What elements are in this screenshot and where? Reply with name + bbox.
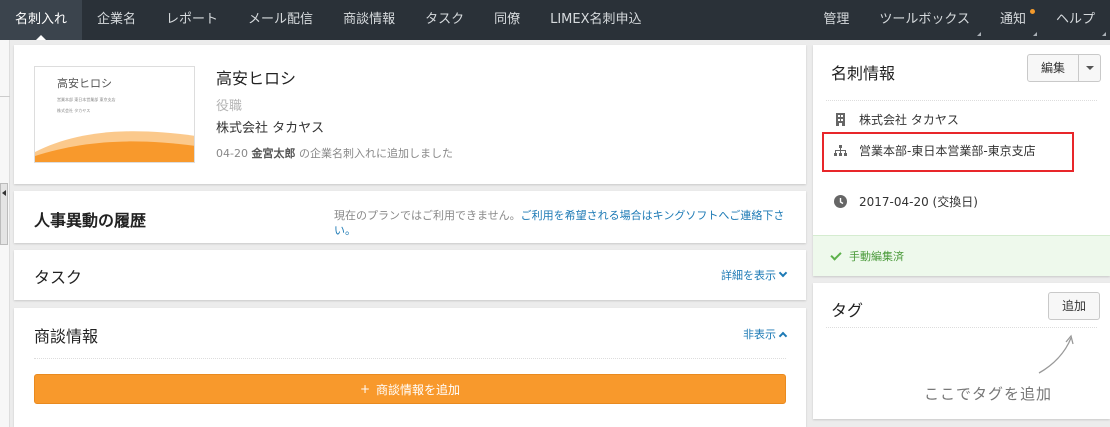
notification-dot-icon (1029, 9, 1035, 14)
deals-title: 商談情報 (34, 327, 99, 346)
deals-card: 商談情報 非表示 + 商談情報を追加 (14, 308, 806, 427)
edit-button-group: 編集 (1027, 54, 1101, 82)
hide-label: 非表示 (743, 328, 776, 341)
history-message-text: 現在のプランではご利用できません。 (334, 209, 521, 222)
task-card: タスク 詳細を表示 (14, 250, 806, 300)
divider (826, 100, 1097, 101)
caret-icon (1102, 32, 1106, 36)
nav-deals[interactable]: 商談情報 (328, 0, 410, 40)
clock-icon (833, 195, 847, 208)
add-deal-label: 商談情報を追加 (376, 382, 461, 397)
card-info-panel: 名刺情報 編集 株式会社 タカヤス 営業本部-東日本営業部-東京支店 2017-… (813, 45, 1110, 276)
tags-title: タグ (831, 301, 864, 320)
nav-toolbox[interactable]: ツールボックス (864, 0, 985, 40)
nav-colleague[interactable]: 同僚 (479, 0, 535, 40)
business-card-thumbnail[interactable]: 高安ヒロシ 営業本部 東日本営業部 東京支店 株式会社 タカヤス (34, 66, 195, 163)
divider (826, 327, 1097, 328)
divider (0, 96, 10, 97)
plus-icon: + (359, 382, 371, 396)
history-title: 人事異動の履歴 (34, 211, 147, 230)
chevron-down-icon (778, 268, 788, 278)
hint-arrow-icon (1038, 334, 1074, 374)
show-details-link[interactable]: 詳細を表示 (721, 267, 788, 283)
caret-icon (976, 32, 981, 36)
task-title: タスク (34, 268, 83, 287)
nav-mail[interactable]: メール配信 (233, 0, 328, 40)
caret-down-icon (1085, 66, 1094, 70)
thumb-line: 株式会社 タカヤス (57, 108, 91, 113)
add-deal-button[interactable]: + 商談情報を追加 (34, 374, 786, 404)
left-panel-edge (0, 40, 10, 427)
company-value: 株式会社 タカヤス (859, 113, 959, 127)
nav-meishi-ire[interactable]: 名刺入れ (0, 0, 83, 40)
divider (34, 358, 786, 359)
nav-help-label: ヘルプ (1055, 12, 1095, 27)
thumb-line: 営業本部 東日本営業部 東京支店 (57, 97, 116, 102)
nav-admin[interactable]: 管理 (808, 0, 864, 40)
history-message: 現在のプランではご利用できません。ご利用を希望される場合はキングソフトへご連絡下… (334, 208, 788, 238)
highlight-box (822, 132, 1074, 172)
manually-edited-status: 手動編集済 (813, 235, 1110, 276)
edit-dropdown-button[interactable] (1079, 54, 1101, 82)
add-tag-button[interactable]: 追加 (1048, 292, 1100, 320)
nav-task[interactable]: タスク (410, 0, 479, 40)
added-note: 04-20 金宮太郎 の企業名刺入れに追加しました (216, 145, 453, 161)
history-card: 人事異動の履歴 現在のプランではご利用できません。ご利用を希望される場合はキング… (14, 191, 806, 243)
person-title: 役職 (216, 99, 243, 114)
nav-limex[interactable]: LIMEX名刺申込 (535, 0, 656, 40)
nav-notify-label: 通知 (999, 12, 1026, 27)
note-text: の企業名刺入れに追加しました (298, 147, 453, 160)
collapse-panel-handle[interactable] (0, 183, 8, 245)
tag-hint-text: ここでタグを追加 (924, 385, 1053, 403)
company-row: 株式会社 タカヤス (833, 111, 959, 128)
card-info-title: 名刺情報 (831, 64, 896, 83)
person-company: 株式会社 タカヤス (216, 121, 325, 136)
chevron-up-icon (778, 331, 788, 340)
card-wave-graphic (35, 131, 194, 162)
tags-panel: タグ 追加 ここでタグを追加 (813, 283, 1110, 419)
note-user[interactable]: 金宮太郎 (251, 147, 295, 160)
nav-toolbox-label: ツールボックス (879, 12, 970, 27)
check-icon (830, 248, 842, 261)
top-nav: 名刺入れ 企業名 レポート メール配信 商談情報 タスク 同僚 LIMEX名刺申… (0, 0, 1110, 40)
building-icon (833, 113, 847, 126)
note-date: 04-20 (216, 147, 248, 160)
show-details-label: 詳細を表示 (721, 269, 776, 282)
nav-notify[interactable]: 通知 (985, 0, 1041, 40)
exchange-date-value: 2017-04-20 (交換日) (859, 195, 978, 209)
manually-edited-label: 手動編集済 (849, 250, 904, 263)
nav-report[interactable]: レポート (151, 0, 233, 40)
hide-link[interactable]: 非表示 (743, 326, 788, 342)
nav-help[interactable]: ヘルプ (1041, 0, 1110, 40)
thumb-name: 高安ヒロシ (57, 77, 112, 90)
exchange-date-row: 2017-04-20 (交換日) (833, 193, 978, 210)
person-name: 高安ヒロシ (216, 69, 297, 88)
profile-card: 高安ヒロシ 営業本部 東日本営業部 東京支店 株式会社 タカヤス 高安ヒロシ 役… (14, 45, 806, 184)
edit-button[interactable]: 編集 (1027, 54, 1079, 82)
caret-icon (1032, 32, 1037, 36)
nav-company[interactable]: 企業名 (82, 0, 151, 40)
